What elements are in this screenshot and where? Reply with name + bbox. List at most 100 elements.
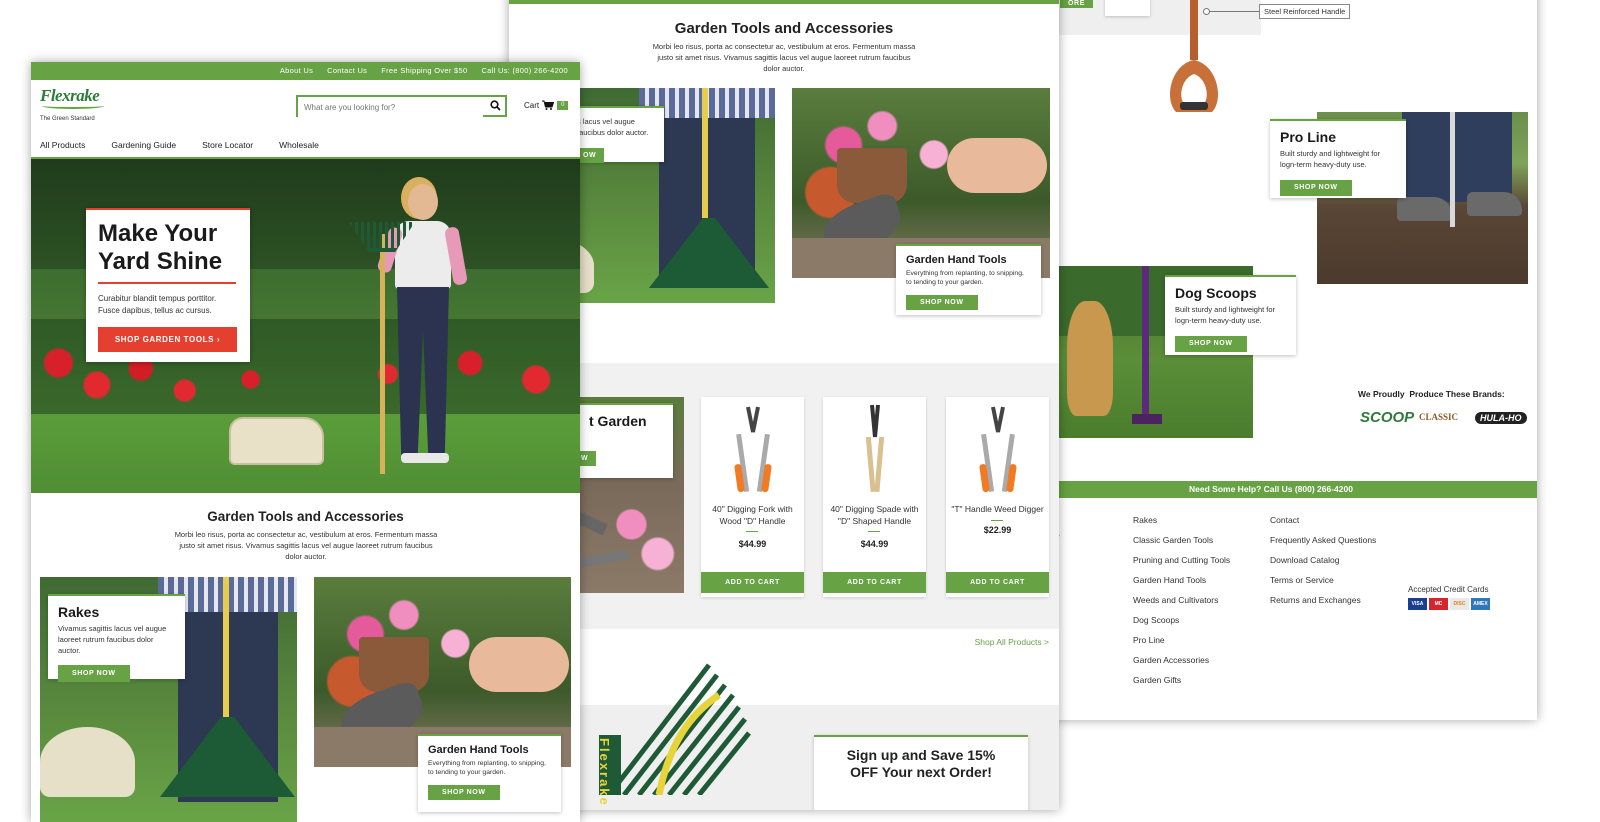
hand-tools-card: Garden Hand Tools Everything from replan…	[418, 734, 561, 812]
hero-card: Make Your Yard Shine Curabitur blandit t…	[86, 208, 250, 362]
product-2-price: $44.99	[860, 539, 889, 549]
lopper-icon	[734, 406, 772, 493]
product-card-2[interactable]: 40" Digging Spade with "D" Shaped Handle…	[823, 397, 926, 597]
dog-scoops-body: Built sturdy and lightweight for logn-te…	[1175, 305, 1276, 325]
brands-title: We Proudly Produce These Brands:	[1358, 389, 1505, 399]
nav-store-locator[interactable]: Store Locator	[202, 140, 253, 150]
footer-link-accessories[interactable]: Garden Accessories	[1133, 650, 1230, 670]
search-box[interactable]	[296, 95, 507, 117]
rakes-card: Rakes Vivamus sagittis lacus vel augue l…	[48, 594, 185, 682]
product-1-divider	[746, 531, 758, 532]
mid-hand-tools-shop-button[interactable]: SHOP NOW	[906, 295, 978, 310]
footer-link-classic[interactable]: Classic Garden Tools	[1133, 530, 1230, 550]
signup-card: Sign up and Save 15% OFF Your next Order…	[814, 735, 1028, 810]
product-3-add-to-cart[interactable]: ADD TO CART	[946, 572, 1049, 593]
logo[interactable]: Flexrake The Green Standard	[40, 86, 104, 122]
mid-rake-handle	[702, 88, 708, 218]
footer-link-contact[interactable]: Contact	[1270, 510, 1376, 530]
credit-cards-title: Accepted Credit Cards	[1408, 585, 1489, 594]
logo-swoosh	[42, 103, 104, 109]
credit-cards-row: VISA MC DISC AMEX	[1408, 598, 1490, 610]
callout-label: Steel Reinforced Handle	[1259, 4, 1351, 19]
product-2-name: 40" Digging Spade with "D" Shaped Handle	[830, 504, 919, 526]
nav-gardening-guide[interactable]: Gardening Guide	[111, 140, 176, 150]
rakes-handle	[223, 577, 229, 717]
product-card-3[interactable]: "T" Handle Weed Digger $22.99 ADD TO CAR…	[946, 397, 1049, 597]
rakes-body: Vivamus sagittis lacus vel augue laoreet…	[58, 624, 167, 655]
hero-title-line-1: Make Your	[98, 220, 218, 247]
mastercard-icon: MC	[1429, 598, 1448, 610]
callout-dot	[1203, 8, 1210, 15]
cart-count-badge: 0	[557, 100, 569, 110]
footer-link-weeds[interactable]: Weeds and Cultivators	[1133, 590, 1230, 610]
partial-more-button[interactable]: ORE	[1060, 0, 1093, 8]
hand-tools-title: Garden Hand Tools	[428, 744, 529, 756]
brand-classic-logo: CLASSIC	[1419, 412, 1459, 422]
tool-shaft	[1450, 112, 1455, 227]
hand-tools-shop-button[interactable]: SHOP NOW	[428, 785, 500, 800]
signup-line-1: Sign up and Save 15%	[846, 747, 996, 763]
jeans	[1402, 112, 1512, 202]
footer-link-rakes[interactable]: Rakes	[1133, 510, 1230, 530]
brand-hulaho-logo: HULA-HO	[1475, 412, 1527, 424]
about-us-link[interactable]: About Us	[280, 62, 313, 80]
free-shipping-link[interactable]: Free Shipping Over $50	[381, 62, 467, 80]
call-us-link[interactable]: Call Us: (800) 266-4200	[481, 62, 568, 80]
shop-all-products-link[interactable]: Shop All Products >	[975, 637, 1049, 647]
product-card-1[interactable]: 40" Digging Fork with Wood "D" Handle $4…	[701, 397, 804, 597]
footer-link-returns[interactable]: Returns and Exchanges	[1270, 590, 1376, 610]
search-input[interactable]	[298, 98, 483, 117]
section-body: Morbi leo risus, porta ac consectetur ac…	[174, 530, 438, 561]
cart-icon	[542, 100, 555, 110]
mid-pot	[837, 148, 907, 203]
mid-rakes-partial-body: s lacus vel augue faucibus dolor auctor.	[577, 117, 649, 137]
pro-line-card: Pro Line Built sturdy and lightweight fo…	[1270, 119, 1406, 198]
hand-tools-hand	[469, 637, 569, 692]
scoop-pole	[1142, 266, 1149, 421]
product-3-divider	[991, 520, 1003, 521]
footer-link-catalog[interactable]: Download Catalog	[1270, 550, 1376, 570]
mid-hand-tools-title: Garden Hand Tools	[906, 254, 1007, 266]
section-title: Garden Tools and Accessories	[207, 509, 404, 524]
footer-link-hand-tools[interactable]: Garden Hand Tools	[1133, 570, 1230, 590]
contact-us-link[interactable]: Contact Us	[327, 62, 367, 80]
search-icon[interactable]	[490, 100, 501, 111]
scoop-base	[1132, 414, 1162, 424]
footer-link-pruning[interactable]: Pruning and Cutting Tools	[1133, 550, 1230, 570]
hero-woman-shoes	[401, 453, 449, 463]
pro-line-shop-button[interactable]: SHOP NOW	[1280, 180, 1352, 196]
nav-all-products[interactable]: All Products	[40, 140, 85, 150]
visa-icon: VISA	[1408, 598, 1427, 610]
hero-woman-head	[408, 184, 438, 220]
help-bar-text: Need Some Help? Call Us (800) 266-4200	[1189, 484, 1353, 494]
hero-leaf-bag	[229, 417, 324, 465]
hero-title-underline	[98, 282, 236, 284]
signup-line-2: OFF Your next Order!	[850, 764, 992, 780]
product-3-name: "T" Handle Weed Digger	[951, 504, 1044, 514]
footer-link-terms[interactable]: Terms or Service	[1270, 570, 1376, 590]
cart-label: Cart	[524, 100, 540, 110]
rakes-shop-button[interactable]: SHOP NOW	[58, 665, 130, 682]
footer-link-dog-scoops[interactable]: Dog Scoops	[1133, 610, 1230, 630]
shop-garden-tools-button[interactable]: SHOP GARDEN TOOLS ›	[98, 327, 237, 352]
footer-link-faq[interactable]: Frequently Asked Questions	[1270, 530, 1376, 550]
dog-scoops-shop-button[interactable]: SHOP NOW	[1175, 336, 1247, 352]
dog	[1067, 301, 1113, 416]
dog-scoops-title: Dog Scoops	[1175, 285, 1257, 301]
mid-hand-tools-card: Garden Hand Tools Everything from replan…	[896, 244, 1041, 315]
product-1-add-to-cart[interactable]: ADD TO CART	[701, 572, 804, 593]
product-2-add-to-cart[interactable]: ADD TO CART	[823, 572, 926, 593]
weed-digger-icon	[979, 406, 1017, 493]
discover-icon: DISC	[1450, 598, 1469, 610]
footer-link-pro-line[interactable]: Pro Line	[1133, 630, 1230, 650]
top-utility-bar: About Us Contact Us Free Shipping Over $…	[31, 62, 580, 80]
product-1-name: 40" Digging Fork with Wood "D" Handle	[712, 504, 793, 526]
nav-wholesale[interactable]: Wholesale	[279, 140, 319, 150]
handle-image	[1170, 0, 1218, 112]
cart[interactable]: Cart 0	[524, 100, 569, 110]
footer-col-support: Contact Frequently Asked Questions Downl…	[1270, 510, 1376, 610]
right-page-mockup: ORE Steel Reinforced Handle Pro Line Bui…	[1005, 0, 1537, 720]
footer-link-gifts[interactable]: Garden Gifts	[1133, 670, 1230, 690]
hand-tools-body: Everything from replanting, to snipping,…	[428, 760, 546, 776]
partial-box	[1105, 0, 1150, 16]
